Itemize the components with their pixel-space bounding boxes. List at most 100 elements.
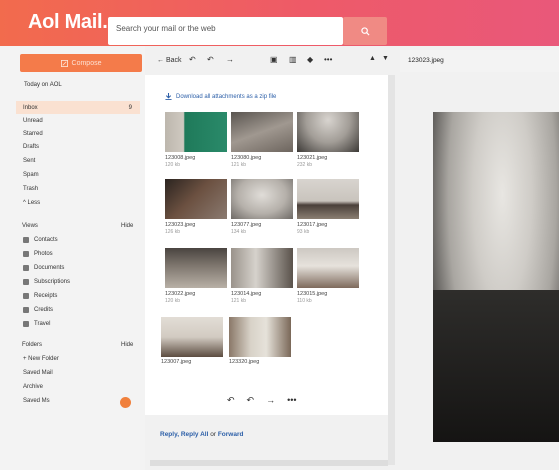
attachment-thumbnail[interactable]: [231, 248, 293, 288]
attachment-size: 121 kb: [231, 162, 247, 168]
forward-icon[interactable]: →: [266, 395, 275, 406]
message-actions: ↶ ↶ → •••: [227, 395, 297, 406]
vertical-scrollbar[interactable]: [388, 75, 395, 465]
sidebar-item-label: ^ Less: [23, 199, 41, 206]
attachment-size: 120 kb: [165, 298, 181, 304]
sidebar-item-label: Unread: [23, 117, 43, 124]
attachment-name: 123023.jpeg: [165, 222, 196, 228]
sidebar-item-sent[interactable]: Sent: [16, 154, 140, 167]
delete-button[interactable]: ▥: [289, 55, 297, 64]
sidebar-item-spam[interactable]: Spam: [16, 168, 140, 181]
compose-button[interactable]: Compose: [20, 54, 142, 72]
today-on-aol-link[interactable]: Today on AOL: [24, 82, 62, 88]
inbox-count: 9: [128, 104, 132, 111]
more-icon: •••: [324, 55, 333, 64]
chevron-down-icon: ▼: [382, 55, 389, 62]
sidebar-item-label: Trash: [23, 185, 39, 192]
reply-toolbar-button[interactable]: ↶: [189, 55, 196, 64]
sidebar-item-label: Credits: [34, 306, 54, 313]
attachment-thumbnail[interactable]: [297, 248, 359, 288]
attachment-thumbnail[interactable]: [297, 112, 359, 152]
attachment-size: 120 kb: [165, 162, 181, 168]
sidebar-item-receipts[interactable]: Receipts: [16, 289, 140, 302]
reply-icon[interactable]: ↶: [227, 395, 235, 406]
forward-link[interactable]: Forward: [218, 431, 244, 438]
reply-link[interactable]: Reply: [160, 431, 177, 438]
sidebar-item-label: + New Folder: [23, 355, 59, 362]
next-message-button[interactable]: ▼: [382, 55, 389, 62]
sidebar-item-label: Saved Ms: [23, 397, 50, 404]
attachment-thumbnail[interactable]: [231, 112, 293, 152]
sidebar-item-subscriptions[interactable]: Subscriptions: [16, 275, 140, 288]
credits-icon: [23, 306, 29, 313]
forward-toolbar-button[interactable]: →: [226, 55, 234, 64]
attachment-name: 123008.jpeg: [165, 155, 196, 161]
views-hide-link[interactable]: Hide: [121, 223, 133, 229]
sidebar-item-starred[interactable]: Starred: [16, 127, 140, 140]
new-folder-button[interactable]: + New Folder: [16, 352, 140, 365]
download-all-link[interactable]: Download all attachments as a zip file: [165, 93, 276, 100]
sidebar-item-label: Receipts: [34, 292, 58, 299]
sidebar-item-label: Sent: [23, 157, 36, 164]
download-icon: [165, 93, 172, 100]
sidebar-item-contacts[interactable]: Contacts: [16, 233, 140, 246]
spam-button[interactable]: ◆: [307, 55, 313, 64]
sidebar-item-photos[interactable]: Photos: [16, 247, 140, 260]
attachment-size: 232 kb: [297, 162, 313, 168]
sidebar-item-documents[interactable]: Documents: [16, 261, 140, 274]
back-arrow-icon: ←: [157, 57, 164, 64]
compose-label: Compose: [71, 59, 102, 67]
sidebar-item-trash[interactable]: Trash: [16, 182, 140, 195]
sidebar-item-label: Archive: [23, 383, 44, 390]
back-button[interactable]: ← Back: [157, 57, 182, 64]
contacts-icon: [23, 236, 29, 243]
sidebar-item-label: Spam: [23, 171, 39, 178]
sidebar-item-less[interactable]: ^ Less: [16, 196, 140, 209]
search-input[interactable]: Search your mail or the web: [108, 17, 343, 45]
attachment-name: 123022.jpeg: [165, 291, 196, 297]
reply-all-icon[interactable]: ↶: [247, 395, 255, 406]
travel-icon: [23, 320, 29, 327]
subscriptions-icon: [23, 278, 29, 285]
search-button[interactable]: [343, 17, 387, 45]
previous-message-button[interactable]: ▲: [369, 55, 376, 62]
attachment-thumbnail[interactable]: [161, 317, 223, 357]
attachment-name: 123077.jpeg: [231, 222, 262, 228]
attachment-thumbnail[interactable]: [165, 112, 227, 152]
attachment-thumbnail[interactable]: [231, 179, 293, 219]
sidebar-item-drafts[interactable]: Drafts: [16, 140, 140, 153]
sidebar-item-label: Drafts: [23, 143, 40, 150]
attachment-name: 123017.jpeg: [297, 222, 328, 228]
attachment-thumbnail[interactable]: [165, 179, 227, 219]
attachment-name: 123007.jpeg: [161, 359, 192, 365]
aol-mail-logo[interactable]: Aol Mail.: [28, 11, 108, 34]
documents-icon: [23, 264, 29, 271]
folders-hide-link[interactable]: Hide: [121, 342, 133, 348]
sidebar-item-label: Saved Mail: [23, 369, 53, 376]
attachment-size: 126 kb: [165, 229, 181, 235]
more-icon[interactable]: •••: [287, 395, 296, 406]
attachment-thumbnail[interactable]: [229, 317, 291, 357]
aol-mail-window: { "header": { "logo": "Aol Mail.", "sear…: [0, 0, 559, 470]
more-actions-button[interactable]: •••: [324, 55, 332, 64]
reply-all-toolbar-button[interactable]: ↶: [207, 55, 214, 64]
attachment-name: 123080.jpeg: [231, 155, 262, 161]
reply-all-link[interactable]: Reply All: [181, 431, 209, 438]
attachment-thumbnail[interactable]: [297, 179, 359, 219]
reply-icon: ↶: [189, 55, 196, 64]
sidebar-item-unread[interactable]: Unread: [16, 114, 140, 127]
move-folder-button[interactable]: ▣: [270, 55, 278, 64]
sidebar-item-inbox[interactable]: Inbox 9: [16, 101, 140, 114]
attachment-size: 134 kb: [231, 229, 247, 235]
sidebar-item-archive[interactable]: Archive: [16, 380, 140, 393]
horizontal-scrollbar[interactable]: [150, 460, 388, 466]
image-preview-lower: [433, 290, 559, 442]
sidebar-item-saved-mail[interactable]: Saved Mail: [16, 366, 140, 379]
app-header: Aol Mail. Search your mail or the web: [0, 0, 559, 46]
attachment-thumbnail[interactable]: [165, 248, 227, 288]
views-heading: Views: [22, 223, 38, 229]
sidebar-item-credits[interactable]: Credits: [16, 303, 140, 316]
sidebar-item-travel[interactable]: Travel: [16, 317, 140, 330]
download-all-label: Download all attachments as a zip file: [176, 93, 277, 100]
sidebar-item-label: Contacts: [34, 236, 58, 243]
